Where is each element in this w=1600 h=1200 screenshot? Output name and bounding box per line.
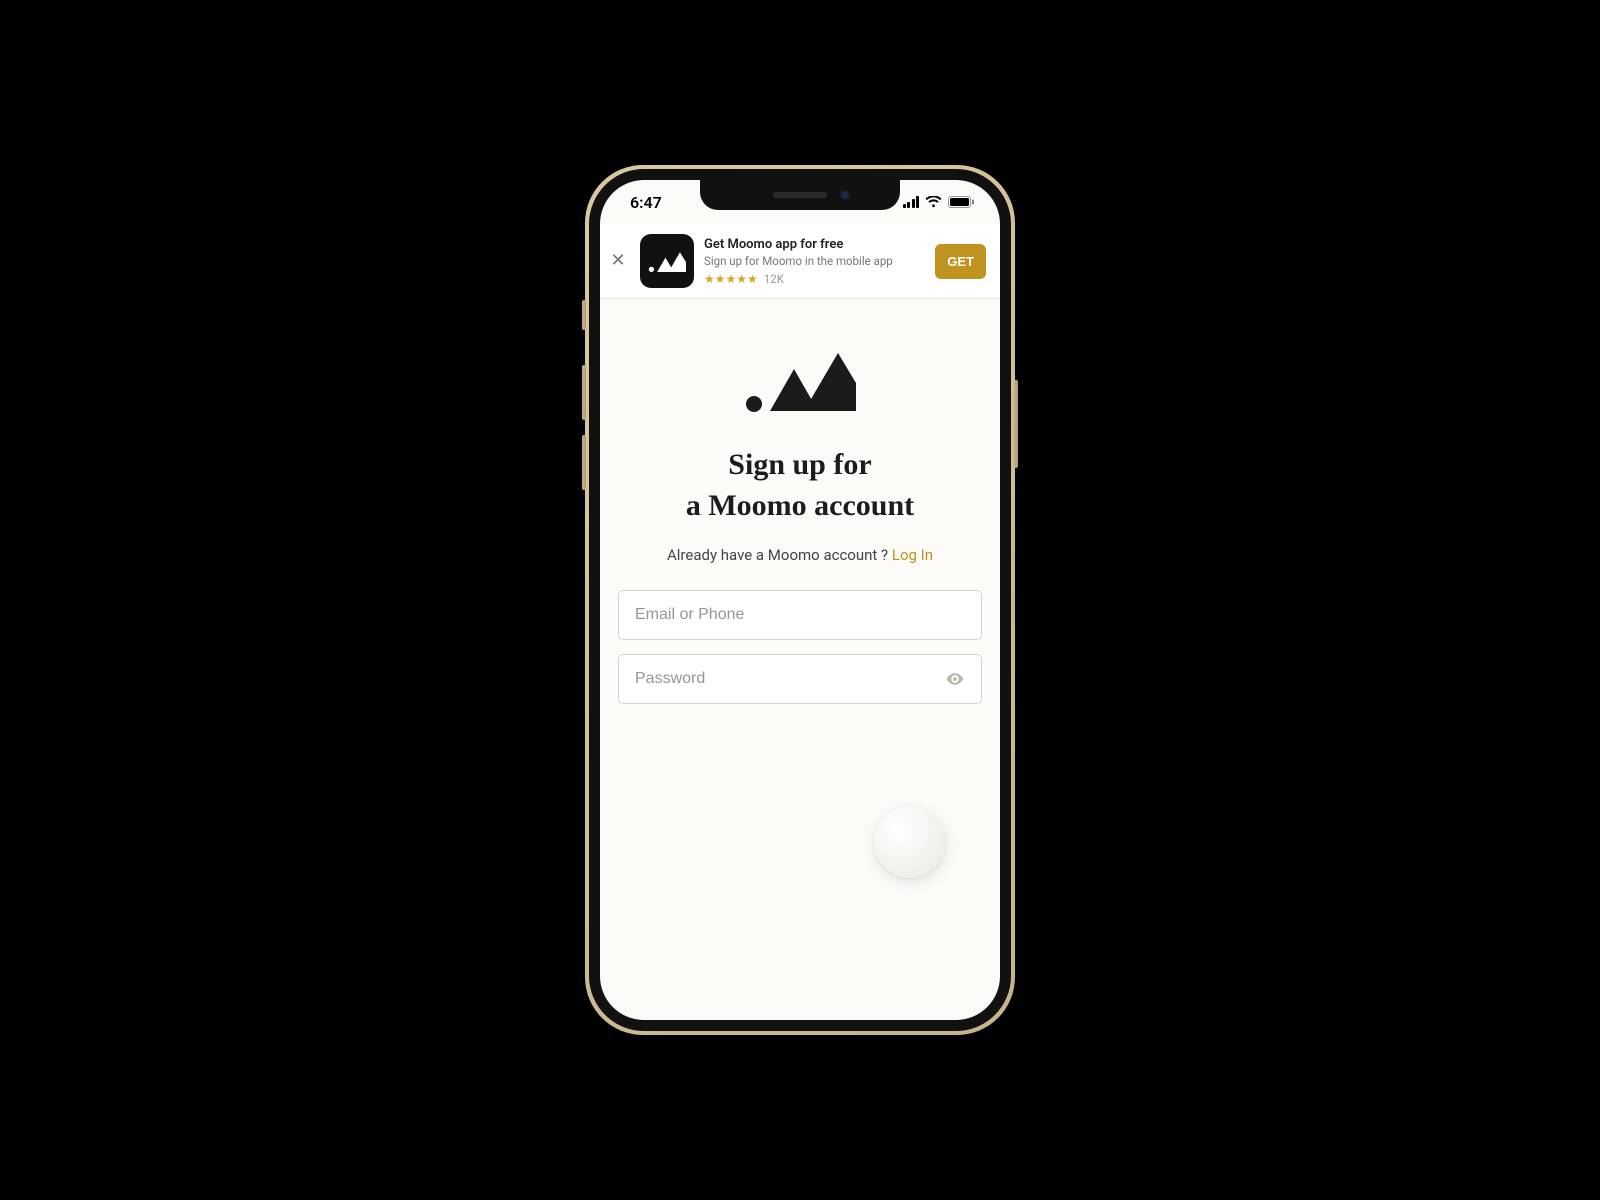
main-content: Sign up for a Moomo account Already have…: [600, 299, 1000, 704]
toggle-password-visibility-button[interactable]: [945, 669, 965, 689]
headline-line-1: Sign up for: [728, 448, 871, 481]
app-smart-banner: ✕ Get Moomo app for free Sign up for Moo…: [600, 224, 1000, 299]
banner-rating: ★★★★★ 12K: [704, 272, 925, 286]
banner-close-button[interactable]: ✕: [606, 252, 630, 270]
wifi-icon: [925, 196, 942, 208]
headline-line-2: a Moomo account: [686, 489, 914, 522]
power-button: [1014, 380, 1018, 468]
email-field-wrapper: [618, 590, 982, 640]
volume-down-button: [582, 435, 586, 490]
volume-up-button: [582, 365, 586, 420]
app-icon: [640, 234, 694, 288]
email-or-phone-input[interactable]: [635, 606, 965, 624]
speaker-grill: [773, 192, 827, 198]
mute-switch: [582, 300, 586, 330]
eye-icon: [945, 669, 965, 689]
rating-stars-icon: ★★★★★: [704, 272, 758, 286]
banner-title: Get Moomo app for free: [704, 237, 925, 252]
moomo-logo-icon: [744, 351, 856, 417]
password-input[interactable]: [635, 670, 945, 688]
front-camera: [840, 190, 850, 200]
rating-count: 12K: [764, 272, 784, 286]
assistive-touch-button[interactable]: [874, 806, 946, 878]
already-have-account: Already have a Moomo account ? Log In: [618, 546, 982, 564]
screen: 6:47 ✕: [600, 180, 1000, 1020]
already-prefix: Already have a Moomo account ?: [667, 546, 892, 564]
login-link[interactable]: Log In: [892, 546, 933, 564]
notch: [700, 180, 900, 210]
status-time: 6:47: [630, 193, 662, 212]
password-field-wrapper: [618, 654, 982, 704]
page-headline: Sign up for a Moomo account: [618, 445, 982, 526]
banner-get-button[interactable]: GET: [935, 244, 986, 279]
moomo-logo-icon: [648, 248, 686, 274]
battery-icon: [948, 196, 974, 208]
cellular-signal-icon: [903, 196, 920, 208]
phone-frame: 6:47 ✕: [585, 165, 1015, 1035]
banner-subtitle: Sign up for Moomo in the mobile app: [704, 254, 925, 268]
